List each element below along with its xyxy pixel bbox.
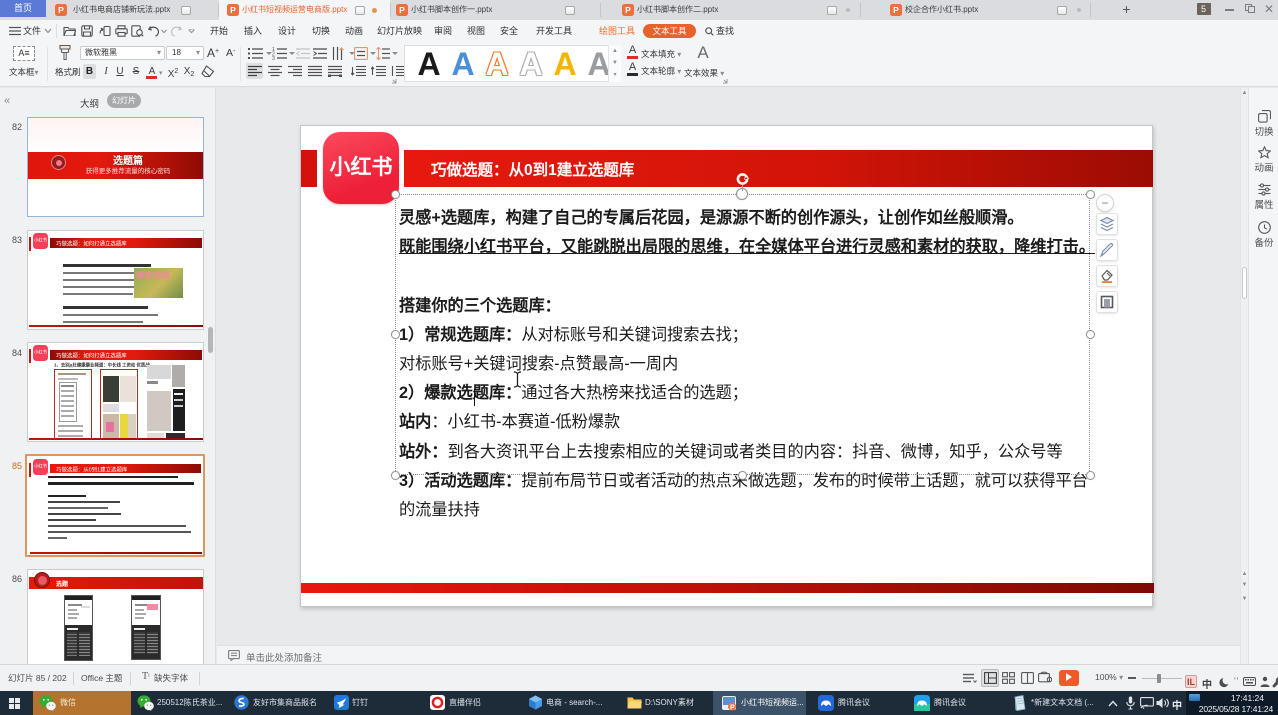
svg-text:P: P — [730, 705, 735, 712]
svg-text:3: 3 — [272, 56, 275, 60]
